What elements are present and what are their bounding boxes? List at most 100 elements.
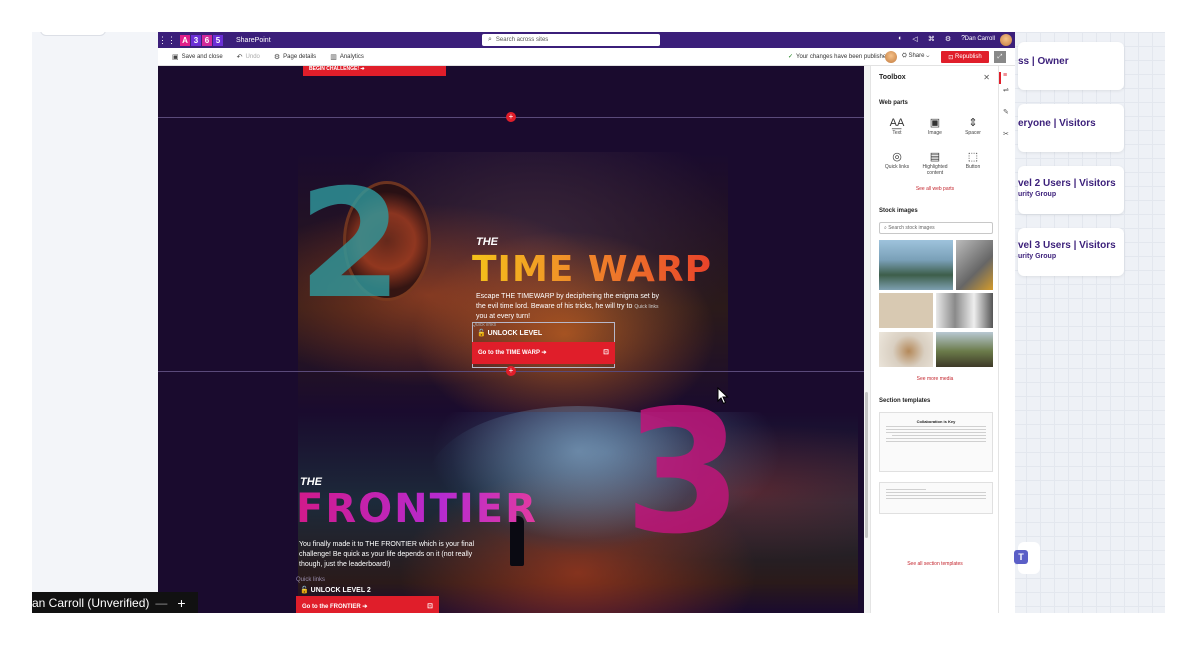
editor-avatar[interactable] <box>885 51 897 63</box>
search-icon: ⌕ <box>488 36 492 43</box>
level-number-3: 3 <box>624 374 743 572</box>
app-name[interactable]: SharePoint <box>236 37 271 44</box>
template-line <box>892 435 986 436</box>
analytics-button[interactable]: ▥ Analytics <box>330 53 364 61</box>
template-line <box>886 429 986 430</box>
stock-image-lake[interactable] <box>879 240 953 290</box>
template-line <box>886 495 986 496</box>
level2-title: TIME WARP <box>472 249 712 290</box>
begin-challenge-button[interactable]: BEGIN CHALLENGE! ➔ <box>303 66 446 76</box>
open-icon: ⊡ <box>603 349 609 356</box>
copilot-icon[interactable]: ◐ <box>898 35 902 43</box>
stock-search-input[interactable]: ⌕ Search stock images <box>879 222 993 234</box>
republish-button[interactable]: ⊡ Republish <box>941 51 989 63</box>
webpart-text[interactable]: A͟A Text <box>879 116 915 136</box>
pencil-icon[interactable]: ✎ <box>1003 108 1009 116</box>
section-template-2[interactable] <box>879 482 993 514</box>
plus-icon[interactable]: + <box>177 595 185 611</box>
spacer-icon: ⇕ <box>968 117 978 129</box>
section-templates-heading: Section templates <box>879 398 931 404</box>
group-card-level2[interactable]: vel 2 Users | Visitors urity Group <box>1018 166 1124 214</box>
level2-description: Escape THE TIMEWARP by deciphering the e… <box>476 292 662 322</box>
share-button[interactable]: ⛭ Share ⌄ <box>902 53 929 60</box>
stock-image-honey[interactable] <box>956 240 993 290</box>
add-section-icon[interactable]: + <box>506 112 516 122</box>
teams-launcher[interactable]: T <box>1014 542 1040 574</box>
undo-button[interactable]: ↶ Undo <box>237 53 260 61</box>
undo-label: Undo <box>245 53 260 60</box>
stock-search-placeholder: Search stock images <box>888 225 935 231</box>
level2-the: THE <box>476 236 498 248</box>
app-launcher-icon[interactable]: ⋮⋮ <box>158 35 176 46</box>
webpart-image[interactable]: ▣ Image <box>917 116 953 136</box>
stock-image-forest[interactable] <box>936 332 993 367</box>
group-card-subtitle: urity Group <box>1018 191 1057 198</box>
group-card-owner[interactable]: ss | Owner <box>1018 42 1124 90</box>
share-icon[interactable]: ⌘ <box>928 35 935 43</box>
template-line <box>886 492 986 493</box>
stock-image-paper[interactable] <box>879 293 933 328</box>
webpart-highlighted-content[interactable]: ▤ Highlighted content <box>917 150 953 176</box>
webpart-quick-links[interactable]: ◎ Quick links <box>879 150 915 170</box>
mouse-cursor-icon <box>717 387 729 405</box>
stock-image-box[interactable] <box>879 332 933 367</box>
level3-description: You finally made it to THE FRONTIER whic… <box>299 541 475 568</box>
save-close-label: Save and close <box>181 53 223 60</box>
section-template-1[interactable]: Collaboration is Key <box>879 412 993 472</box>
expand-icon[interactable]: ⤢ <box>994 51 1006 63</box>
group-card-level3[interactable]: vel 3 Users | Visitors urity Group <box>1018 228 1124 276</box>
template-line <box>886 438 986 439</box>
undo-icon: ↶ <box>236 53 243 61</box>
teams-icon: T <box>1014 550 1028 564</box>
webpart-button[interactable]: ⬚ Button <box>955 150 991 170</box>
frontier-button-label: Go to the FRONTIER ➔ <box>302 604 368 610</box>
level2-unlock-label: 🔓 UNLOCK LEVEL <box>477 330 543 337</box>
stock-image-clothes[interactable] <box>936 293 993 328</box>
group-card-everyone[interactable]: eryone | Visitors <box>1018 104 1124 152</box>
republish-icon: ⊡ <box>948 54 955 61</box>
analytics-label: Analytics <box>339 53 364 60</box>
webpart-label: Highlighted content <box>922 164 948 176</box>
minus-icon[interactable]: — <box>155 596 167 610</box>
template-line <box>886 441 986 442</box>
presenter-name: an Carroll (Unverified) <box>32 595 150 610</box>
webpart-spacer[interactable]: ⇕ Spacer <box>955 116 991 136</box>
brand-letter: 6 <box>202 34 212 46</box>
group-card-title: ss | Owner <box>1018 56 1069 67</box>
see-all-web-parts-link[interactable]: See all web parts <box>871 186 999 192</box>
search-placeholder: Search across sites <box>495 37 549 43</box>
global-search[interactable]: ⌕ Search across sites <box>482 34 660 46</box>
close-icon[interactable]: ✕ <box>983 73 990 82</box>
toolbox-icon[interactable]: ≡ <box>1003 72 1007 79</box>
add-section-icon[interactable]: + <box>506 366 516 376</box>
level2-quick-links-inline: Quick links <box>634 304 659 310</box>
webpart-tag: Quick links <box>472 322 497 328</box>
suite-bar: ⋮⋮ A 3 6 5 SharePoint ⌕ Search across si… <box>158 32 1015 48</box>
time-warp-button-label: Go to the TIME WARP ➔ <box>478 350 547 356</box>
brand-logo[interactable]: A 3 6 5 <box>180 34 224 46</box>
screen-stage: ⋮⋮ A 3 6 5 SharePoint ⌕ Search across si… <box>32 32 1165 613</box>
group-card-title: eryone | Visitors <box>1018 118 1096 129</box>
group-card-title: vel 2 Users | Visitors <box>1018 178 1116 189</box>
web-parts-heading: Web parts <box>879 100 908 106</box>
page-details-button[interactable]: ⚙ Page details <box>274 53 316 61</box>
user-name[interactable]: Dan Carroll <box>965 36 995 42</box>
time-warp-button[interactable]: Go to the TIME WARP ➔ ⊡ <box>472 342 615 364</box>
webpart-label: Button <box>965 164 981 170</box>
megaphone-icon[interactable]: ◁ <box>912 35 917 43</box>
scrollbar-thumb[interactable] <box>865 392 868 538</box>
see-more-media-link[interactable]: See more media <box>871 376 999 382</box>
template-line <box>886 489 926 490</box>
text-icon: A͟A <box>889 117 905 129</box>
stock-images-heading: Stock images <box>879 208 918 214</box>
user-avatar[interactable] <box>1000 34 1012 46</box>
save-close-button[interactable]: ▣ Save and close <box>172 53 223 61</box>
frontier-button[interactable]: Go to the FRONTIER ➔ ⊡ <box>296 596 439 613</box>
publish-status-text: Your changes have been published <box>796 53 890 60</box>
see-all-section-templates-link[interactable]: See all section templates <box>871 561 999 567</box>
sliders-icon[interactable]: ⇌ <box>1003 86 1009 94</box>
button-icon: ⬚ <box>967 151 979 163</box>
design-icon[interactable]: ✂ <box>1003 130 1009 138</box>
settings-icon[interactable]: ⚙ <box>945 35 951 43</box>
sharepoint-window: ⋮⋮ A 3 6 5 SharePoint ⌕ Search across si… <box>158 32 1015 613</box>
